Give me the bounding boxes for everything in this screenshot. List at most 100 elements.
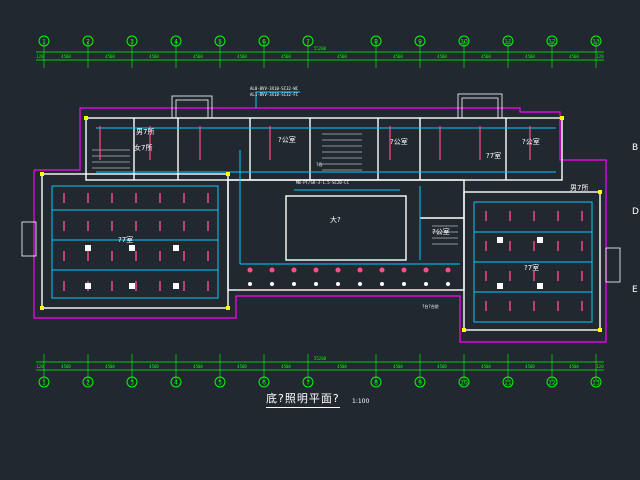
axis-label: 11 xyxy=(504,39,512,46)
axis-label: 8 xyxy=(374,39,378,46)
axis-label: 9 xyxy=(418,380,422,387)
panel-note-1: AL0-BVV-3X10-SC32-WC xyxy=(250,86,299,91)
right-edge-labels: B D E xyxy=(632,143,639,295)
axis-label: 6 xyxy=(262,39,266,46)
downlight xyxy=(424,282,428,286)
downlight xyxy=(269,267,275,273)
axis-label: 8 xyxy=(374,380,378,387)
exterior-note: ?台?台阶 xyxy=(422,303,439,309)
axis-label: 10 xyxy=(460,380,468,387)
ceiling-light xyxy=(129,245,135,251)
dimension-label: 4500 xyxy=(337,54,347,59)
dimension-label: 4500 xyxy=(569,364,579,369)
room-label-office-4: ?公室 xyxy=(522,137,540,146)
axis-label: 1 xyxy=(42,380,46,387)
dimension-label: 4500 xyxy=(149,54,159,59)
downlight xyxy=(401,267,407,273)
dimension-label: 4500 xyxy=(525,54,535,59)
dimension-label: 4500 xyxy=(569,54,579,59)
room-label-toilet-left-2: 女7所 xyxy=(134,143,152,152)
downlight xyxy=(314,282,318,286)
axis-label: 5 xyxy=(218,380,222,387)
axis-label: 13 xyxy=(592,380,600,387)
downlight xyxy=(313,267,319,273)
right-edge-label: B xyxy=(632,143,638,153)
axis-label: 7 xyxy=(306,380,310,387)
downlight xyxy=(423,267,429,273)
dimension-label: 4500 xyxy=(149,364,159,369)
drawing-scale: 1:100 xyxy=(352,398,370,405)
dimension-label: 4500 xyxy=(437,54,447,59)
dimension-label: 4500 xyxy=(437,364,447,369)
axis-label: 2 xyxy=(86,380,90,387)
axis-label: 7 xyxy=(306,39,310,46)
room-label-hall: 大? xyxy=(330,215,341,224)
room-labels: ?7室 大? ?7室 男7所 女7所 ?公室 ?公室 ?7室 ?公室 ?公室 男… xyxy=(118,127,588,272)
axis-label: 4 xyxy=(174,39,178,46)
dimension-label: 4500 xyxy=(337,364,347,369)
ceiling-light xyxy=(85,245,91,251)
axis-label: 11 xyxy=(504,380,512,387)
room-label-office-2: ?公室 xyxy=(390,137,408,146)
dimension-label: 120 xyxy=(36,364,44,369)
room-label-big-hall-left: ?7室 xyxy=(118,235,133,244)
room-label-toilet-right: 男7所 xyxy=(570,183,588,192)
axis-label: 5 xyxy=(218,39,222,46)
ceiling-light xyxy=(497,283,503,289)
downlight xyxy=(357,267,363,273)
dimension-label: 4500 xyxy=(237,364,247,369)
axis-label: 6 xyxy=(262,380,266,387)
downlight xyxy=(445,267,451,273)
ceiling-light xyxy=(129,283,135,289)
axis-grid-bottom: 120 4500 4500 4500 4500 4500 4500 4500 4500 4500 4… xyxy=(36,354,604,388)
downlight xyxy=(335,267,341,273)
light-fixtures xyxy=(63,126,583,311)
room-label-big-hall-right: ?7室 xyxy=(524,263,539,272)
ceiling-light xyxy=(85,283,91,289)
building-outline xyxy=(33,107,607,343)
dimension-label: 4500 xyxy=(237,54,247,59)
columns xyxy=(40,116,602,332)
drawing-title: 底?照明平面? xyxy=(266,390,340,408)
axis-label: 12 xyxy=(548,39,556,46)
axis-label: 4 xyxy=(174,380,178,387)
axis-label: 3 xyxy=(130,39,134,46)
downlight xyxy=(270,282,274,286)
dimension-label: 4500 xyxy=(281,364,291,369)
dimension-total: 55200 xyxy=(314,356,327,361)
dimension-label: 4500 xyxy=(393,54,403,59)
axis-grid-top: 120 4500 4500 4500 4500 4500 4500 4500 4500 4500 4… xyxy=(36,35,604,68)
axis-label: 13 xyxy=(592,39,600,46)
downlight xyxy=(358,282,362,286)
dimension-label: 4500 xyxy=(193,54,203,59)
axis-label: 10 xyxy=(460,39,468,46)
downlight xyxy=(247,267,253,273)
dimension-label: 4500 xyxy=(61,364,71,369)
dimension-label: 4500 xyxy=(61,54,71,59)
ceiling-light xyxy=(173,283,179,289)
dimension-label: 4500 xyxy=(481,54,491,59)
dimension-label: 4500 xyxy=(393,364,403,369)
downlight xyxy=(446,282,450,286)
ceiling-light xyxy=(173,245,179,251)
ceiling-light xyxy=(537,237,543,243)
right-edge-label: E xyxy=(632,285,638,295)
dimension-label: 4500 xyxy=(105,54,115,59)
room-label-office-3: ?7室 xyxy=(486,151,501,160)
panel-note-3: MB-PT/SR-3-1.5-SC20-CC xyxy=(296,180,350,185)
axis-label: 1 xyxy=(42,39,46,46)
dimension-label: 4500 xyxy=(193,364,203,369)
floor-plan-drawing: 120 4500 4500 4500 4500 4500 4500 4500 4500 4500 4… xyxy=(21,35,639,388)
panel-note-2: AL1-BVV-3X10-SC32-FC xyxy=(250,92,299,97)
axis-label: 2 xyxy=(86,39,90,46)
downlight xyxy=(379,267,385,273)
downlight xyxy=(402,282,406,286)
downlight xyxy=(336,282,340,286)
room-label-toilet-left: 男7所 xyxy=(136,127,154,136)
dimension-label: 4500 xyxy=(481,364,491,369)
dimension-label: 4500 xyxy=(281,54,291,59)
axis-label: 12 xyxy=(548,380,556,387)
downlight xyxy=(380,282,384,286)
dimension-label: 4500 xyxy=(105,364,115,369)
axis-label: 3 xyxy=(130,380,134,387)
